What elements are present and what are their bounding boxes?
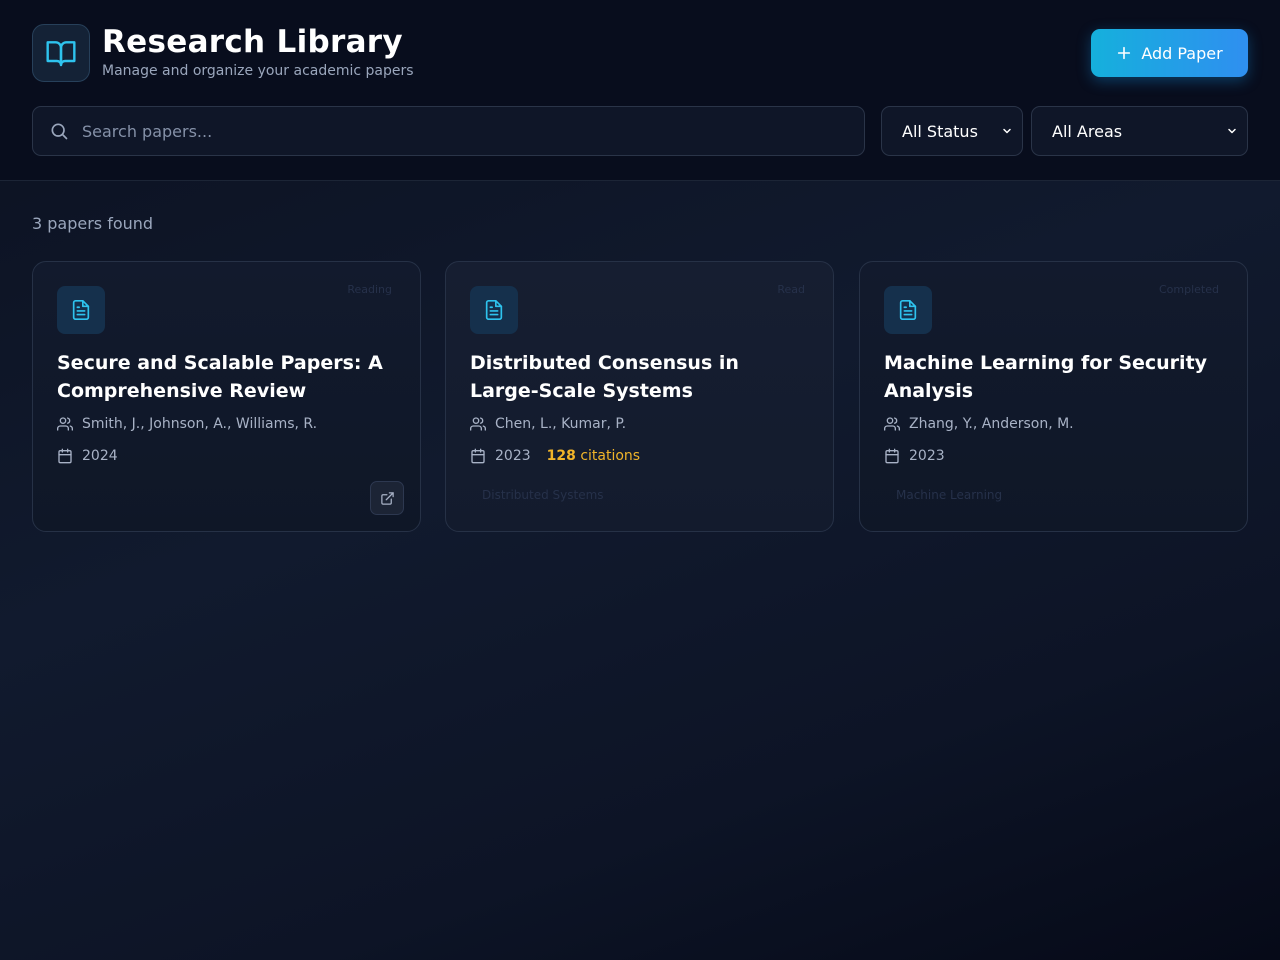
chevron-down-icon bbox=[1003, 128, 1011, 134]
paper-title: Machine Learning for Security Analysis bbox=[884, 352, 1208, 402]
authors-text: Chen, L., Kumar, P. bbox=[495, 416, 627, 432]
users-icon bbox=[470, 417, 486, 431]
paper-year: 2023 bbox=[909, 448, 945, 464]
paper-card[interactable]: Completed Machine Learning for Security … bbox=[859, 261, 1248, 532]
authors-text: Zhang, Y., Anderson, M. bbox=[909, 416, 1074, 432]
paper-meta: 2023 bbox=[884, 448, 945, 464]
area-tag: Machine Learning bbox=[896, 488, 1003, 502]
users-icon bbox=[884, 417, 900, 431]
paper-authors: Zhang, Y., Anderson, M. bbox=[884, 416, 1074, 432]
file-text-icon bbox=[72, 300, 90, 320]
paper-meta: 2023 128 citations bbox=[470, 448, 640, 464]
file-text-icon bbox=[899, 300, 917, 320]
paper-icon-box bbox=[57, 286, 105, 334]
users-icon bbox=[57, 417, 73, 431]
paper-meta: 2024 bbox=[57, 448, 118, 464]
paper-icon-box bbox=[470, 286, 518, 334]
status-badge: Read bbox=[777, 283, 805, 296]
search-box bbox=[32, 106, 865, 156]
plus-icon bbox=[1118, 46, 1131, 60]
chevron-down-icon bbox=[1228, 128, 1236, 134]
external-link-icon bbox=[380, 491, 394, 505]
status-badge: Completed bbox=[1159, 283, 1219, 296]
open-paper-button[interactable] bbox=[370, 481, 404, 515]
calendar-icon bbox=[471, 448, 485, 464]
area-tag: Distributed Systems bbox=[482, 488, 604, 502]
calendar-icon bbox=[58, 448, 72, 464]
status-filter-select[interactable]: All Status bbox=[881, 106, 1023, 156]
status-filter-value: All Status bbox=[902, 121, 978, 141]
citations-label: citations bbox=[580, 448, 641, 464]
paper-year: 2024 bbox=[82, 448, 118, 464]
add-paper-label: Add Paper bbox=[1141, 43, 1223, 63]
app-header: Research Library Manage and organize you… bbox=[0, 0, 1280, 181]
results-count: 3 papers found bbox=[32, 214, 154, 233]
authors-text: Smith, J., Johnson, A., Williams, R. bbox=[82, 416, 318, 432]
area-filter-select[interactable]: All Areas bbox=[1031, 106, 1248, 156]
citations-number: 128 bbox=[546, 448, 576, 464]
logo bbox=[32, 24, 90, 82]
page-subtitle: Manage and organize your academic papers bbox=[102, 63, 414, 79]
paper-title: Secure and Scalable Papers: A Comprehens… bbox=[57, 352, 383, 402]
file-text-icon bbox=[485, 300, 503, 320]
paper-icon-box bbox=[884, 286, 932, 334]
add-paper-button[interactable]: Add Paper bbox=[1091, 29, 1248, 77]
paper-year: 2023 bbox=[495, 448, 531, 464]
paper-card[interactable]: Read Distributed Consensus in Large-Scal… bbox=[445, 261, 834, 532]
book-open-icon bbox=[46, 41, 76, 67]
paper-authors: Chen, L., Kumar, P. bbox=[470, 416, 626, 432]
paper-title: Distributed Consensus in Large-Scale Sys… bbox=[470, 352, 739, 402]
search-icon bbox=[49, 121, 69, 141]
search-input[interactable] bbox=[82, 121, 842, 141]
calendar-icon bbox=[885, 448, 899, 464]
status-badge: Reading bbox=[347, 283, 392, 296]
citations-count: 128 citations bbox=[547, 448, 640, 464]
page-title: Research Library bbox=[102, 24, 403, 60]
paper-card[interactable]: Reading Secure and Scalable Papers: A Co… bbox=[32, 261, 421, 532]
area-filter-value: All Areas bbox=[1052, 121, 1123, 141]
paper-authors: Smith, J., Johnson, A., Williams, R. bbox=[57, 416, 317, 432]
